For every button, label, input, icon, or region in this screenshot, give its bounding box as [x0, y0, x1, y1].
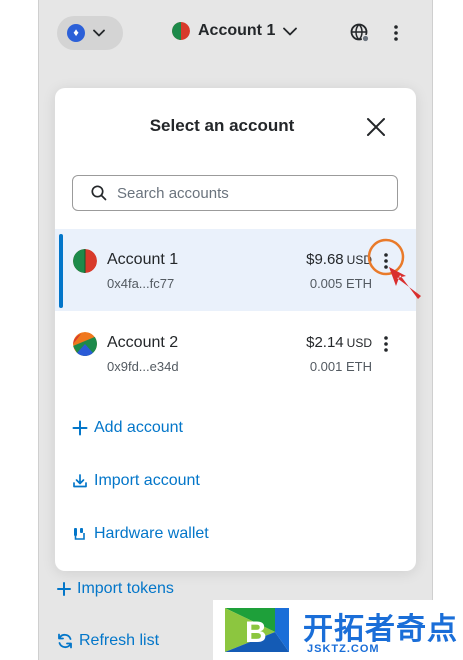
- account-avatar: [172, 22, 190, 40]
- refresh-list-label: Refresh list: [79, 632, 160, 649]
- account-fiat-balance: $9.68 USD: [306, 251, 372, 268]
- fiat-value: $9.68: [306, 251, 344, 268]
- ethereum-icon: ♦: [67, 24, 85, 42]
- hardware-wallet-icon: [74, 528, 85, 540]
- watermark-title: 开拓者奇点: [303, 613, 458, 646]
- account-row-2[interactable]: Account 2 0x9fd...e34d $2.14 USD 0.001 ET…: [55, 312, 416, 394]
- account-name: Account 2: [107, 334, 179, 351]
- search-input[interactable]: [115, 183, 379, 203]
- refresh-list-link[interactable]: Refresh list: [57, 632, 159, 650]
- account-options-kebab-icon[interactable]: [380, 251, 392, 271]
- fiat-value: $2.14: [306, 334, 344, 351]
- selected-indicator: [59, 234, 63, 308]
- close-icon[interactable]: [365, 116, 387, 138]
- fiat-currency: USD: [346, 336, 372, 350]
- account-options-kebab-icon[interactable]: [380, 334, 392, 354]
- import-icon: [73, 474, 87, 488]
- refresh-icon: [58, 633, 72, 649]
- account-row-1[interactable]: Account 1 0x4fa...fc77 $9.68 USD 0.005 ET…: [55, 229, 416, 311]
- network-selector[interactable]: ♦: [57, 16, 123, 50]
- account-avatar: [73, 332, 97, 356]
- watermark-banner: B 开拓者奇点 JSKTZ.COM: [213, 600, 463, 660]
- select-account-modal: Select an account Account 1 0x4fa...fc77…: [55, 88, 416, 571]
- import-tokens-label: Import tokens: [77, 580, 174, 597]
- fiat-currency: USD: [346, 253, 372, 267]
- account-name: Account 1: [198, 22, 276, 39]
- hardware-wallet-label: Hardware wallet: [94, 525, 209, 542]
- logo-letter: B: [245, 616, 267, 649]
- import-account-button[interactable]: Import account: [72, 472, 200, 490]
- account-address: 0x9fd...e34d: [107, 359, 179, 374]
- account-avatar: [73, 249, 97, 273]
- account-address: 0x4fa...fc77: [107, 276, 175, 291]
- add-account-button[interactable]: Add account: [72, 419, 183, 437]
- search-field[interactable]: [72, 175, 398, 211]
- options-kebab-icon[interactable]: [392, 23, 400, 43]
- connected-sites-globe-icon[interactable]: [350, 23, 370, 43]
- account-crypto-balance: 0.005 ETH: [309, 276, 372, 291]
- watermark-subtitle: JSKTZ.COM: [307, 643, 380, 655]
- modal-title: Select an account: [149, 116, 295, 135]
- top-bar: ♦ Account 1: [39, 0, 432, 68]
- account-name: Account 1: [107, 251, 179, 268]
- chevron-down-icon: [93, 29, 105, 37]
- logo-b-icon: B: [225, 608, 289, 652]
- plus-icon: [57, 582, 71, 596]
- account-crypto-balance: 0.001 ETH: [309, 359, 372, 374]
- import-account-label: Import account: [94, 472, 200, 489]
- add-account-label: Add account: [94, 419, 183, 436]
- search-icon: [91, 185, 107, 201]
- plus-icon: [72, 420, 88, 436]
- hardware-wallet-button[interactable]: Hardware wallet: [72, 525, 209, 543]
- import-tokens-link[interactable]: Import tokens: [57, 580, 174, 598]
- account-fiat-balance: $2.14 USD: [306, 334, 372, 351]
- chevron-down-icon: [283, 27, 298, 35]
- account-menu-button[interactable]: Account 1: [172, 22, 298, 40]
